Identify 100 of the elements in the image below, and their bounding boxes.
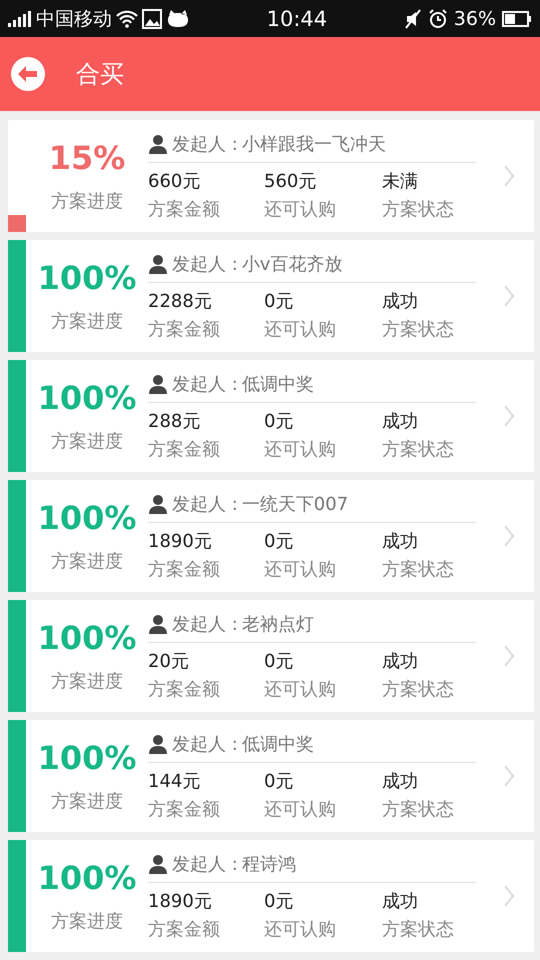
progress-label: 方案进度 [51, 670, 123, 693]
initiator-name: 一统天下007 [242, 493, 348, 516]
plan-card[interactable]: 100% 方案进度 发起人 : 一统天下007 1890元 0元 成功 方案金额 还可认购 方案状态 [8, 480, 534, 592]
chevron-right-icon [504, 165, 514, 187]
remaining-label: 还可认购 [264, 918, 337, 941]
initiator-label: 发起人 : [172, 853, 238, 876]
initiator-name: 程诗鸿 [242, 853, 296, 876]
amount-value: 660元 [148, 170, 202, 193]
status-label: 方案状态 [382, 798, 455, 821]
amount-value: 20元 [148, 650, 190, 673]
plan-card[interactable]: 100% 方案进度 发起人 : 低调中奖 144元 0元 成功 方案金额 还可认购 方案状态 [8, 720, 534, 832]
plan-card[interactable]: 100% 方案进度 发起人 : 小v百花齐放 2288元 0元 成功 方案金额 还可认购 方案状态 [8, 240, 534, 352]
progress-percent: 100% [38, 739, 136, 777]
image-icon [142, 8, 162, 28]
person-icon [148, 614, 168, 634]
remaining-label: 还可认购 [264, 558, 337, 581]
progress-percent: 100% [38, 259, 136, 297]
progress-label: 方案进度 [51, 910, 123, 933]
amount-value: 1890元 [148, 530, 213, 553]
remaining-value: 0元 [264, 290, 294, 313]
person-icon [148, 734, 168, 754]
progress-percent: 15% [48, 139, 126, 177]
remaining-label: 还可认购 [264, 798, 337, 821]
initiator-label: 发起人 : [172, 613, 238, 636]
amount-label: 方案金额 [148, 798, 221, 821]
chevron-right-icon [504, 645, 514, 667]
amount-value: 2288元 [148, 290, 213, 313]
remaining-value: 0元 [264, 650, 294, 673]
plan-card[interactable]: 100% 方案进度 发起人 : 低调中奖 288元 0元 成功 方案金额 还可认购 方案状态 [8, 360, 534, 472]
person-icon [148, 134, 168, 154]
chevron-right-icon [504, 285, 514, 307]
remaining-value: 560元 [264, 170, 318, 193]
chevron-right-icon [504, 405, 514, 427]
person-icon [148, 254, 168, 274]
status-label: 方案状态 [382, 558, 455, 581]
person-icon [148, 494, 168, 514]
initiator-name: 小样跟我一飞冲天 [242, 133, 386, 156]
status-label: 方案状态 [382, 198, 455, 221]
plan-card[interactable]: 100% 方案进度 发起人 : 程诗鸿 1890元 0元 成功 方案金额 还可认购 方案状态 [8, 840, 534, 952]
initiator-name: 小v百花齐放 [242, 253, 342, 276]
remaining-label: 还可认购 [264, 678, 337, 701]
status-value: 成功 [382, 530, 419, 553]
chevron-right-icon [504, 525, 514, 547]
status-label: 方案状态 [382, 318, 455, 341]
person-icon [148, 374, 168, 394]
status-value: 成功 [382, 770, 419, 793]
progress-label: 方案进度 [51, 790, 123, 813]
amount-label: 方案金额 [148, 198, 221, 221]
amount-label: 方案金额 [148, 678, 221, 701]
battery-icon [502, 10, 532, 26]
amount-value: 144元 [148, 770, 202, 793]
back-icon[interactable] [10, 56, 46, 92]
remaining-value: 0元 [264, 890, 294, 913]
progress-label: 方案进度 [51, 190, 123, 213]
remaining-value: 0元 [264, 770, 294, 793]
status-label: 方案状态 [382, 918, 455, 941]
plan-card[interactable]: 100% 方案进度 发起人 : 老衲点灯 20元 0元 成功 方案金额 还可认购 方案状态 [8, 600, 534, 712]
initiator-name: 低调中奖 [242, 373, 314, 396]
carrier-name: 中国移动 [36, 6, 112, 32]
status-value: 成功 [382, 410, 419, 433]
person-icon [148, 854, 168, 874]
clock-time: 10:44 [266, 6, 328, 30]
progress-label: 方案进度 [51, 430, 123, 453]
alarm-icon [428, 8, 448, 28]
progress-percent: 100% [38, 499, 136, 537]
signal-icon [8, 10, 32, 26]
initiator-label: 发起人 : [172, 253, 238, 276]
status-value: 成功 [382, 890, 419, 913]
page-title: 合买 [76, 59, 124, 90]
remaining-value: 0元 [264, 530, 294, 553]
amount-value: 1890元 [148, 890, 213, 913]
battery-percent: 36% [454, 8, 496, 30]
amount-label: 方案金额 [148, 918, 221, 941]
status-value: 成功 [382, 650, 419, 673]
initiator-label: 发起人 : [172, 373, 238, 396]
initiator-label: 发起人 : [172, 493, 238, 516]
remaining-label: 还可认购 [264, 318, 337, 341]
progress-label: 方案进度 [51, 310, 123, 333]
plan-card[interactable]: 15% 方案进度 发起人 : 小样跟我一飞冲天 660元 560元 未满 方案金额 还可认购 方案状态 [8, 120, 534, 232]
mute-icon [404, 8, 422, 28]
remaining-label: 还可认购 [264, 438, 337, 461]
chevron-right-icon [504, 885, 514, 907]
status-label: 方案状态 [382, 438, 455, 461]
initiator-label: 发起人 : [172, 733, 238, 756]
chevron-right-icon [504, 765, 514, 787]
amount-label: 方案金额 [148, 318, 221, 341]
progress-label: 方案进度 [51, 550, 123, 573]
progress-percent: 100% [38, 859, 136, 897]
initiator-name: 低调中奖 [242, 733, 314, 756]
amount-label: 方案金额 [148, 438, 221, 461]
initiator-label: 发起人 : [172, 133, 238, 156]
remaining-value: 0元 [264, 410, 294, 433]
progress-percent: 100% [38, 619, 136, 657]
status-value: 未满 [382, 170, 419, 193]
status-value: 成功 [382, 290, 419, 313]
amount-label: 方案金额 [148, 558, 221, 581]
amount-value: 288元 [148, 410, 202, 433]
wifi-icon [116, 10, 138, 28]
remaining-label: 还可认购 [264, 198, 337, 221]
initiator-name: 老衲点灯 [242, 613, 314, 636]
